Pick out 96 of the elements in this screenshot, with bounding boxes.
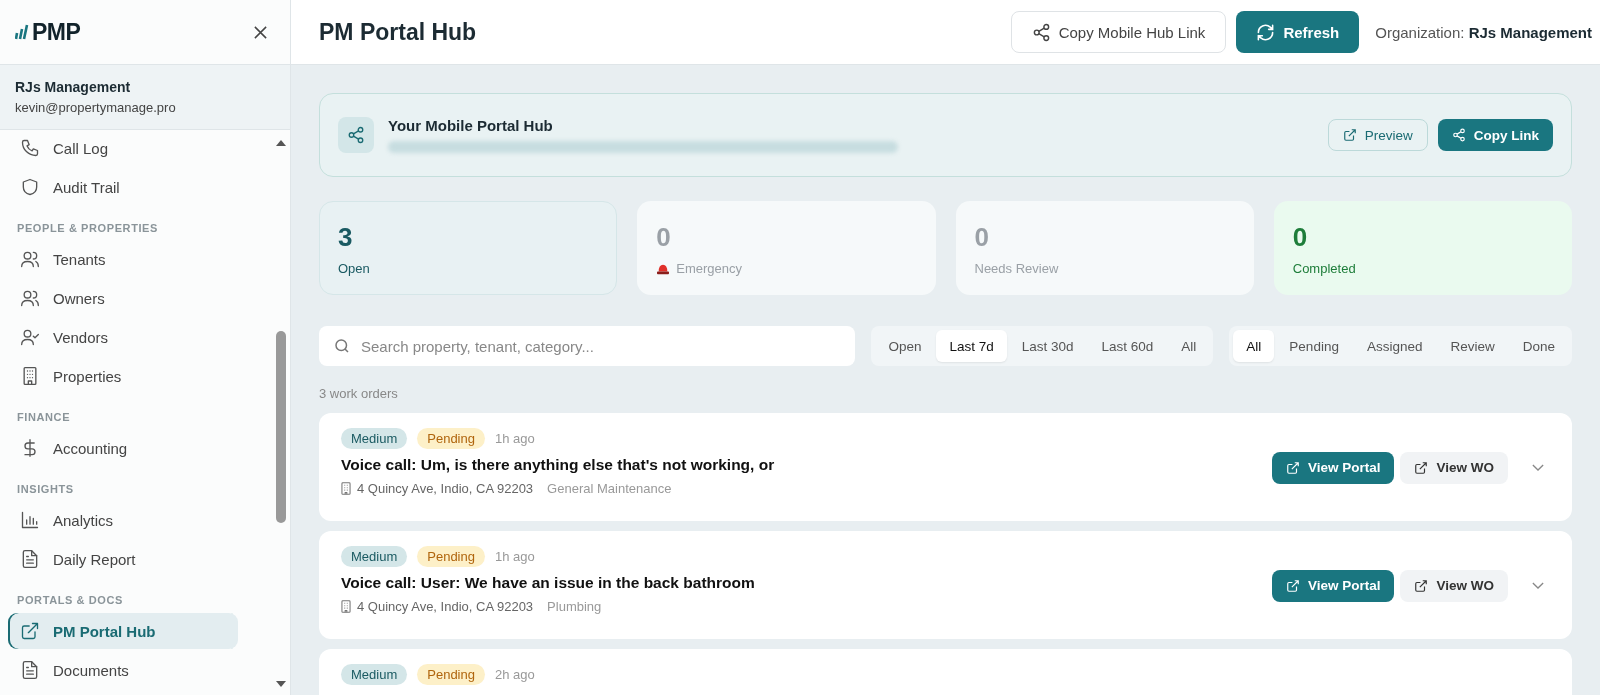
period-tab[interactable]: Last 30d (1008, 330, 1087, 362)
nav-item[interactable]: Documents (8, 652, 238, 688)
search-field[interactable]: Search property, tenant, category... (319, 326, 856, 366)
stat-label: Completed (1292, 261, 1356, 276)
preview-button[interactable]: Preview (1327, 119, 1428, 151)
external-link-icon (20, 621, 40, 641)
property-address: 4 Quincy Ave, Indio, CA 92203 (357, 599, 534, 614)
close-icon[interactable] (253, 24, 268, 40)
users-icon (20, 288, 40, 308)
document-icon (20, 549, 40, 569)
period-tab[interactable]: Last 60d (1088, 330, 1167, 362)
status-tab[interactable]: Pending (1276, 330, 1352, 362)
nav-item[interactable]: Analytics (8, 502, 238, 538)
nav-item[interactable]: Properties (8, 358, 238, 394)
stat-label: Emergency (676, 261, 742, 276)
property-address: 4 Quincy Ave, Indio, CA 92203 (357, 481, 534, 496)
share-icon (1451, 128, 1466, 142)
copy-hub-link-button[interactable]: Copy Mobile Hub Link (1010, 11, 1227, 53)
work-order-category: Plumbing (547, 599, 602, 614)
work-order-category: General Maintenance (547, 481, 672, 496)
user-email: kevin@propertymanage.pro (15, 100, 177, 115)
status-tab[interactable]: All (1233, 330, 1275, 362)
building-icon (20, 366, 40, 386)
stat-card[interactable]: 3 Open (319, 201, 618, 295)
section-heading: FINANCE (16, 410, 72, 425)
page-title: PM Portal Hub (319, 18, 477, 46)
section-heading: INSIGHTS (16, 482, 75, 497)
time-ago: 1h ago (494, 431, 535, 446)
copy-link-button[interactable]: Copy Link (1437, 119, 1553, 151)
chevron-down-icon[interactable] (1532, 582, 1544, 589)
nav-item[interactable]: Owners (8, 280, 238, 316)
refresh-button[interactable]: Refresh (1236, 11, 1360, 53)
share-icon (338, 117, 374, 153)
priority-badge: Medium (341, 428, 408, 449)
work-order-title: Voice call: User: We have an issue in the back bathroom (341, 574, 755, 592)
nav-item[interactable]: Accounting (8, 430, 238, 466)
section-heading: PEOPLE & PROPERTIES (16, 221, 159, 236)
scrollbar-thumb[interactable] (276, 331, 286, 523)
siren-icon (656, 262, 671, 275)
time-ago: 1h ago (494, 549, 535, 564)
external-link-icon (1285, 460, 1300, 475)
priority-badge: Medium (341, 664, 408, 685)
user-check-icon (20, 327, 40, 347)
external-link-icon (1414, 460, 1429, 475)
building-icon (341, 600, 351, 613)
view-work-order-button[interactable]: View WO (1400, 451, 1508, 484)
users-icon (20, 249, 40, 269)
refresh-icon (1256, 22, 1276, 42)
shield-icon (20, 177, 40, 197)
stat-label: Open (338, 261, 370, 276)
document-icon (20, 660, 40, 680)
logo-text: PMP (32, 18, 81, 46)
period-tab[interactable]: All (1168, 330, 1210, 362)
status-badge: Pending (417, 428, 485, 449)
stat-value: 0 (1292, 222, 1309, 253)
logo-bars-icon (15, 24, 29, 40)
view-work-order-button[interactable]: View WO (1400, 569, 1508, 602)
nav-item[interactable]: Call Log (8, 130, 238, 166)
status-badge: Pending (417, 546, 485, 567)
share-icon (1031, 22, 1051, 42)
external-link-icon (1414, 578, 1429, 593)
organization-label: Organization: RJs Management (1375, 23, 1592, 41)
view-portal-button[interactable]: View Portal (1271, 569, 1395, 602)
nav-item[interactable]: Vendors (8, 319, 238, 355)
status-tab[interactable]: Assigned (1353, 330, 1436, 362)
period-tab[interactable]: Open (875, 330, 935, 362)
time-ago: 2h ago (494, 667, 535, 682)
bar-chart-icon (20, 510, 40, 530)
organization-name: RJs Management (15, 79, 132, 95)
work-order-title: Voice call: Um, is there anything else that's not working, or (341, 456, 775, 474)
stat-value: 0 (656, 222, 672, 253)
status-tab[interactable]: Done (1509, 330, 1568, 362)
nav-item[interactable]: Tenants (8, 241, 238, 277)
status-badge: Pending (417, 664, 485, 685)
scroll-down-icon[interactable] (276, 681, 286, 687)
stat-card[interactable]: 0 Completed (1273, 201, 1572, 295)
banner-title: Your Mobile Portal Hub (388, 117, 554, 134)
stat-label: Needs Review (974, 261, 1059, 276)
external-link-icon (1342, 128, 1357, 142)
view-portal-button[interactable]: View Portal (1271, 451, 1395, 484)
building-icon (341, 482, 351, 495)
nav-item[interactable]: Audit Trail (8, 169, 238, 205)
scroll-up-icon[interactable] (276, 140, 286, 146)
search-icon (333, 337, 351, 355)
status-tab[interactable]: Review (1437, 330, 1508, 362)
chevron-down-icon[interactable] (1532, 464, 1544, 471)
stat-value: 0 (974, 222, 990, 253)
period-tab[interactable]: Last 7d (936, 330, 1007, 362)
section-heading: PORTALS & DOCS (16, 593, 124, 608)
stat-value: 3 (338, 222, 354, 253)
nav-item[interactable]: PM Portal Hub (8, 613, 238, 649)
work-order-count: 3 work orders (319, 386, 399, 401)
priority-badge: Medium (341, 546, 408, 567)
nav-item[interactable]: Daily Report (8, 541, 238, 577)
phone-icon (20, 138, 40, 158)
external-link-icon (1285, 578, 1300, 593)
